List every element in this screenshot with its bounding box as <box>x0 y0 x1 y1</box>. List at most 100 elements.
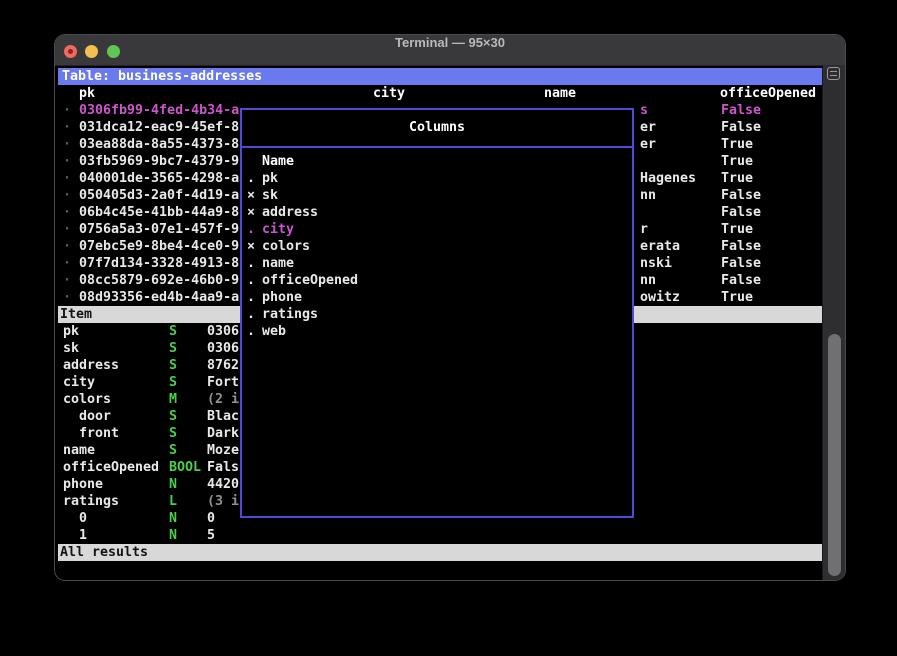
dialog-column-item[interactable]: . pk <box>242 170 632 187</box>
field-name: ratings <box>63 493 119 510</box>
column-item-label: name <box>262 255 294 272</box>
cell-name-tail: s <box>640 102 648 119</box>
cell-name-tail: r <box>640 221 648 238</box>
field-value: Blac <box>207 408 239 425</box>
cell-name-tail: erata <box>640 238 680 255</box>
cell-name-tail: er <box>640 119 656 136</box>
dialog-column-item[interactable]: . officeOpened <box>242 272 632 289</box>
column-item-label: sk <box>262 187 278 204</box>
cell-officeOpened: True <box>721 289 753 306</box>
column-visible-marker: . <box>247 306 255 323</box>
dialog-title: Columns <box>242 119 632 136</box>
column-hidden-marker: × <box>247 187 255 204</box>
columns-dialog: Columns Name . pk × sk × address . city … <box>240 108 634 518</box>
field-type: N <box>169 476 177 493</box>
dialog-list-header: Name <box>262 153 294 170</box>
cell-pk: 08d93356-ed4b-4aa9-a <box>79 289 239 306</box>
cell-pk: 0756a5a3-07e1-457f-9 <box>79 221 239 238</box>
window-title: Terminal — 95×30 <box>55 35 845 65</box>
field-name: colors <box>63 391 111 408</box>
terminal-window: Terminal — 95×30 Table: business-address… <box>55 35 845 580</box>
field-value: (3 i <box>207 493 239 510</box>
dialog-column-item[interactable]: . ratings <box>242 306 632 323</box>
row-bullet: · <box>63 204 71 221</box>
row-bullet: · <box>63 102 71 119</box>
field-value: Moze <box>207 442 239 459</box>
field-type: S <box>169 425 177 442</box>
field-name: pk <box>63 323 79 340</box>
dialog-column-item[interactable]: × address <box>242 204 632 221</box>
field-type: S <box>169 357 177 374</box>
row-bullet: · <box>63 272 71 289</box>
column-header-name: name <box>544 85 576 102</box>
field-value: Dark <box>207 425 239 442</box>
column-item-label: ratings <box>262 306 318 323</box>
field-name: name <box>63 442 95 459</box>
cell-pk: 07ebc5e9-8be4-4ce0-9 <box>79 238 239 255</box>
cell-officeOpened: False <box>721 119 761 136</box>
title-bar[interactable]: Terminal — 95×30 <box>55 35 845 66</box>
cell-officeOpened: False <box>721 102 761 119</box>
table-title: Table: business-addresses <box>62 68 262 85</box>
column-item-label: address <box>262 204 318 221</box>
field-name: city <box>63 374 95 391</box>
status-bar-label: All results <box>60 544 148 561</box>
field-name: officeOpened <box>63 459 159 476</box>
field-value: Fals <box>207 459 239 476</box>
dialog-column-item[interactable]: × colors <box>242 238 632 255</box>
cell-officeOpened: False <box>721 238 761 255</box>
cell-pk: 03fb5969-9bc7-4379-9 <box>79 153 239 170</box>
cell-officeOpened: True <box>721 170 753 187</box>
field-value: 0306 <box>207 323 239 340</box>
column-item-label: officeOpened <box>262 272 358 289</box>
dialog-column-item[interactable]: × sk <box>242 187 632 204</box>
field-name: phone <box>63 476 103 493</box>
column-item-label: web <box>262 323 286 340</box>
field-name: front <box>79 425 119 442</box>
cell-officeOpened: True <box>721 221 753 238</box>
dialog-column-item[interactable]: . phone <box>242 289 632 306</box>
field-name: 0 <box>79 510 87 527</box>
cell-pk: 050405d3-2a0f-4d19-a <box>79 187 239 204</box>
dialog-column-item-selected[interactable]: . city <box>242 221 632 238</box>
column-item-label: city <box>262 221 294 238</box>
table-header-row: pk city name officeOpened <box>58 85 822 102</box>
field-value: 0306 <box>207 340 239 357</box>
column-visible-marker: . <box>247 170 255 187</box>
row-bullet: · <box>63 170 71 187</box>
cell-officeOpened: True <box>721 136 753 153</box>
cell-name-tail: nski <box>640 255 672 272</box>
cell-name-tail: er <box>640 136 656 153</box>
cell-officeOpened: False <box>721 187 761 204</box>
dialog-column-item[interactable]: . web <box>242 323 632 340</box>
field-value: (2 i <box>207 391 239 408</box>
field-name: 1 <box>79 527 87 544</box>
dialog-list-header-row: Name <box>242 153 632 170</box>
item-field-row[interactable]: 1 N 5 <box>58 527 822 544</box>
cell-pk: 0306fb99-4fed-4b34-a <box>79 102 239 119</box>
status-bar: All results <box>58 544 822 561</box>
cell-name-tail: Hagenes <box>640 170 696 187</box>
field-value: 4420 <box>207 476 239 493</box>
scrollbar-thumb[interactable] <box>828 334 841 576</box>
row-bullet: · <box>63 289 71 306</box>
cell-officeOpened: True <box>721 153 753 170</box>
column-hidden-marker: × <box>247 238 255 255</box>
field-type: S <box>169 340 177 357</box>
cell-name-tail: nn <box>640 187 656 204</box>
column-header-officeOpened: officeOpened <box>720 85 816 102</box>
field-type: S <box>169 323 177 340</box>
field-type: S <box>169 442 177 459</box>
field-type: N <box>169 510 177 527</box>
scrollbar-track[interactable] <box>822 65 845 580</box>
field-value: 0 <box>207 510 215 527</box>
row-bullet: · <box>63 136 71 153</box>
scrollbar-marks-icon[interactable] <box>827 67 840 80</box>
cell-name-tail: nn <box>640 272 656 289</box>
row-bullet: · <box>63 119 71 136</box>
dialog-column-item[interactable]: . name <box>242 255 632 272</box>
column-visible-marker: . <box>247 323 255 340</box>
row-bullet: · <box>63 255 71 272</box>
row-bullet: · <box>63 221 71 238</box>
dialog-separator <box>242 146 632 148</box>
